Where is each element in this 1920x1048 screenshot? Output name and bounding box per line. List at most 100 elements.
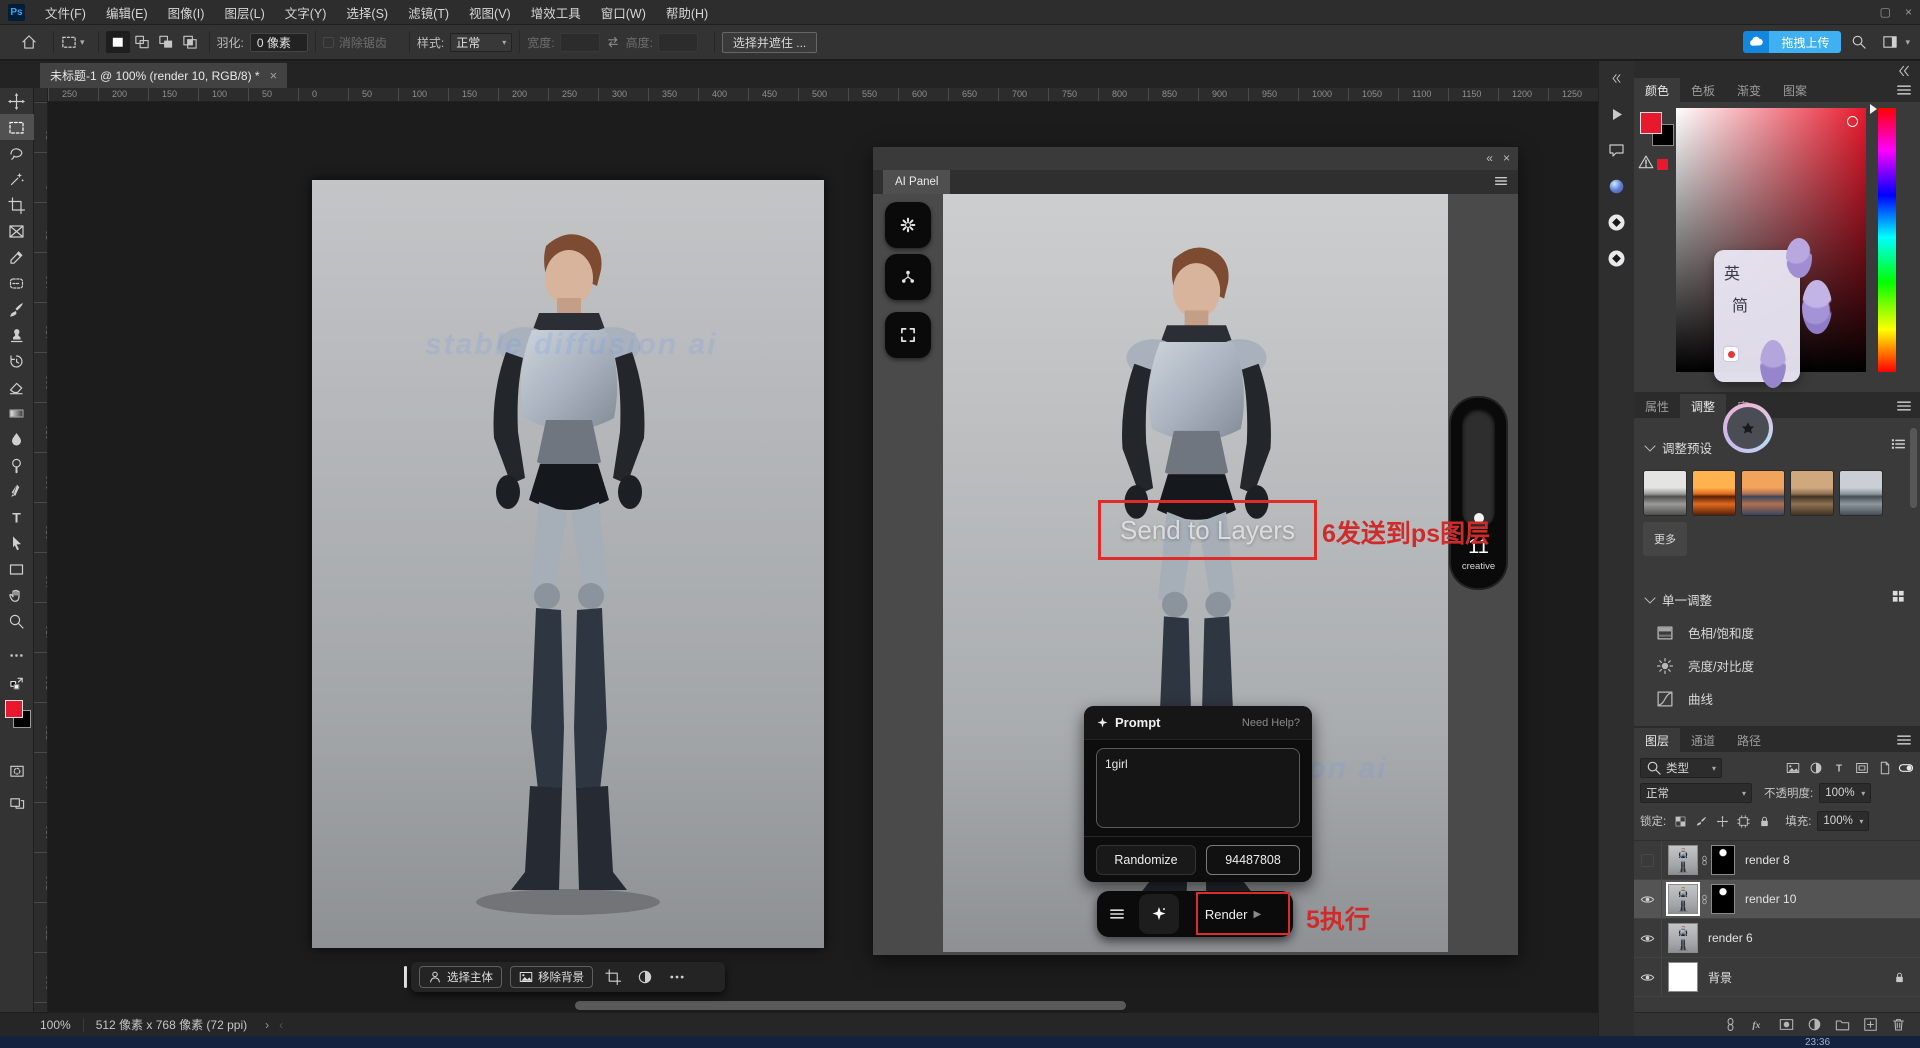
ai-panel-titlebar[interactable]: « × [873,147,1518,170]
diamond-icon[interactable] [1604,246,1630,270]
history-brush-tool[interactable] [0,348,34,374]
feather-input[interactable]: 0 像素 [250,33,308,52]
foreground-color[interactable] [5,700,23,718]
window-restore-icon[interactable]: ▢ [1880,5,1891,19]
select-and-mask-button[interactable]: 选择并遮住 ... [722,32,817,53]
ai-nodes-button[interactable] [885,254,931,300]
path-select-tool[interactable] [0,530,34,556]
diamond-icon[interactable] [1604,210,1630,234]
more-presets-button[interactable]: 更多 [1643,522,1687,556]
lasso-tool[interactable] [0,140,34,166]
color-swatches[interactable] [0,698,34,744]
layer-filter-select[interactable]: 类型 ▾ [1640,758,1722,778]
sphere-icon[interactable] [1604,174,1630,198]
tab-layers-0[interactable]: 图层 [1634,728,1680,752]
ime-icon[interactable] [1723,346,1739,362]
close-icon[interactable]: × [270,68,278,83]
move-icon[interactable] [1716,815,1729,828]
screenmode-icon[interactable] [0,790,34,816]
search-icon[interactable] [1841,29,1877,55]
adjust-icon[interactable] [633,966,657,988]
layer-name[interactable]: 背景 [1708,969,1732,986]
move-tool[interactable] [0,88,34,114]
frame-tool[interactable] [0,218,34,244]
lock-icon[interactable] [1758,815,1771,828]
menu-item[interactable]: 窗口(W) [591,0,656,25]
stamp-tool[interactable] [0,322,34,348]
panel-menu-icon[interactable] [1896,732,1912,748]
quickmask-icon[interactable] [0,758,34,784]
ai-expand-button[interactable] [885,312,931,358]
horizontal-ruler[interactable]: 2502001501005005010015020025030035040045… [48,88,1598,102]
creative-strength-slider[interactable]: 11 creative [1451,398,1506,588]
single-adjust-header[interactable]: 单一调整 [1646,590,1712,609]
layer-thumbnail[interactable] [1668,884,1698,914]
antialias-checkbox[interactable] [323,37,334,48]
tab-adjust-0[interactable]: 属性 [1634,394,1680,418]
tab-layers-2[interactable]: 路径 [1726,728,1772,752]
eraser-tool[interactable] [0,374,34,400]
collapse-icon[interactable]: « [1486,151,1493,165]
new-selection-mode-button[interactable] [106,31,130,53]
slider-track[interactable] [1462,408,1495,528]
patch-tool[interactable] [0,270,34,296]
layer-row[interactable]: render 8 [1634,841,1920,880]
link-icon[interactable] [1723,1017,1738,1032]
artboard-icon[interactable] [1737,815,1750,828]
width-input[interactable] [560,33,600,52]
menu-item[interactable]: 文件(F) [35,0,96,25]
color-picker-marker[interactable] [1847,116,1858,127]
horizontal-scrollbar[interactable] [575,1001,1126,1010]
menu-item[interactable]: 帮助(H) [656,0,718,25]
layer-row[interactable]: 背景 [1634,958,1920,997]
shape-tool[interactable] [0,556,34,582]
menu-item[interactable]: 图层(L) [214,0,274,25]
prompt-input[interactable]: 1girl [1096,748,1300,828]
mask-icon[interactable] [1779,1017,1794,1032]
close-icon[interactable]: × [1503,151,1510,165]
grid-view-icon[interactable] [1890,588,1906,604]
panel-menu-icon[interactable] [1896,398,1912,414]
comment-icon[interactable] [1604,138,1630,162]
crop-icon[interactable] [601,966,625,988]
presets-section-header[interactable]: 调整预设 [1646,438,1712,457]
menu-item[interactable]: 选择(S) [336,0,398,25]
gamut-color-swatch[interactable] [1657,159,1668,170]
menu-item[interactable]: 视图(V) [459,0,521,25]
tab-color-2[interactable]: 渐变 [1726,78,1772,102]
adjustment-preset-thumbnail[interactable] [1790,470,1834,516]
ai-panel-tab[interactable]: AI Panel [883,170,950,194]
layer-row[interactable]: render 10 [1634,880,1920,919]
hamburger-icon[interactable] [1494,174,1508,188]
adjust-icon[interactable] [1809,761,1823,775]
blur-tool[interactable] [0,426,34,452]
type-tool[interactable]: T [0,504,34,530]
checker-icon[interactable] [1674,815,1687,828]
layer-mask-thumbnail[interactable] [1711,884,1735,914]
intersect-selection-mode-button[interactable] [178,31,202,53]
menu-item[interactable]: 增效工具 [521,0,591,25]
height-input[interactable] [658,33,698,52]
page-icon[interactable] [1878,761,1892,775]
eyedropper-tool[interactable] [0,244,34,270]
hue-slider-thumb[interactable] [1870,104,1877,114]
double-chevron-icon[interactable] [1604,66,1630,90]
canvas-image-left[interactable] [312,180,824,948]
tab-color-3[interactable]: 图案 [1772,78,1818,102]
pen-tool[interactable] [0,478,34,504]
brush-icon[interactable] [1695,815,1708,828]
fx-icon[interactable]: fx [1751,1017,1766,1032]
gradient-tool[interactable] [0,400,34,426]
adjustment-preset-thumbnail[interactable] [1741,470,1785,516]
menu-item[interactable]: 文字(Y) [275,0,337,25]
remove-background-button[interactable]: 移除背景 [510,966,593,988]
zoom-tool[interactable] [0,608,34,634]
tab-adjust-1[interactable]: 调整 [1680,394,1726,418]
fill-input[interactable]: 100%▾ [1817,811,1869,831]
tab-color-1[interactable]: 色板 [1680,78,1726,102]
panel-menu-icon[interactable] [1896,82,1912,98]
sparkle-icon[interactable] [1139,894,1179,934]
chevron-down-icon[interactable]: ▾ [80,37,85,48]
upload-button[interactable]: 拖拽上传 [1743,31,1841,53]
randomize-button[interactable]: Randomize [1096,845,1196,875]
